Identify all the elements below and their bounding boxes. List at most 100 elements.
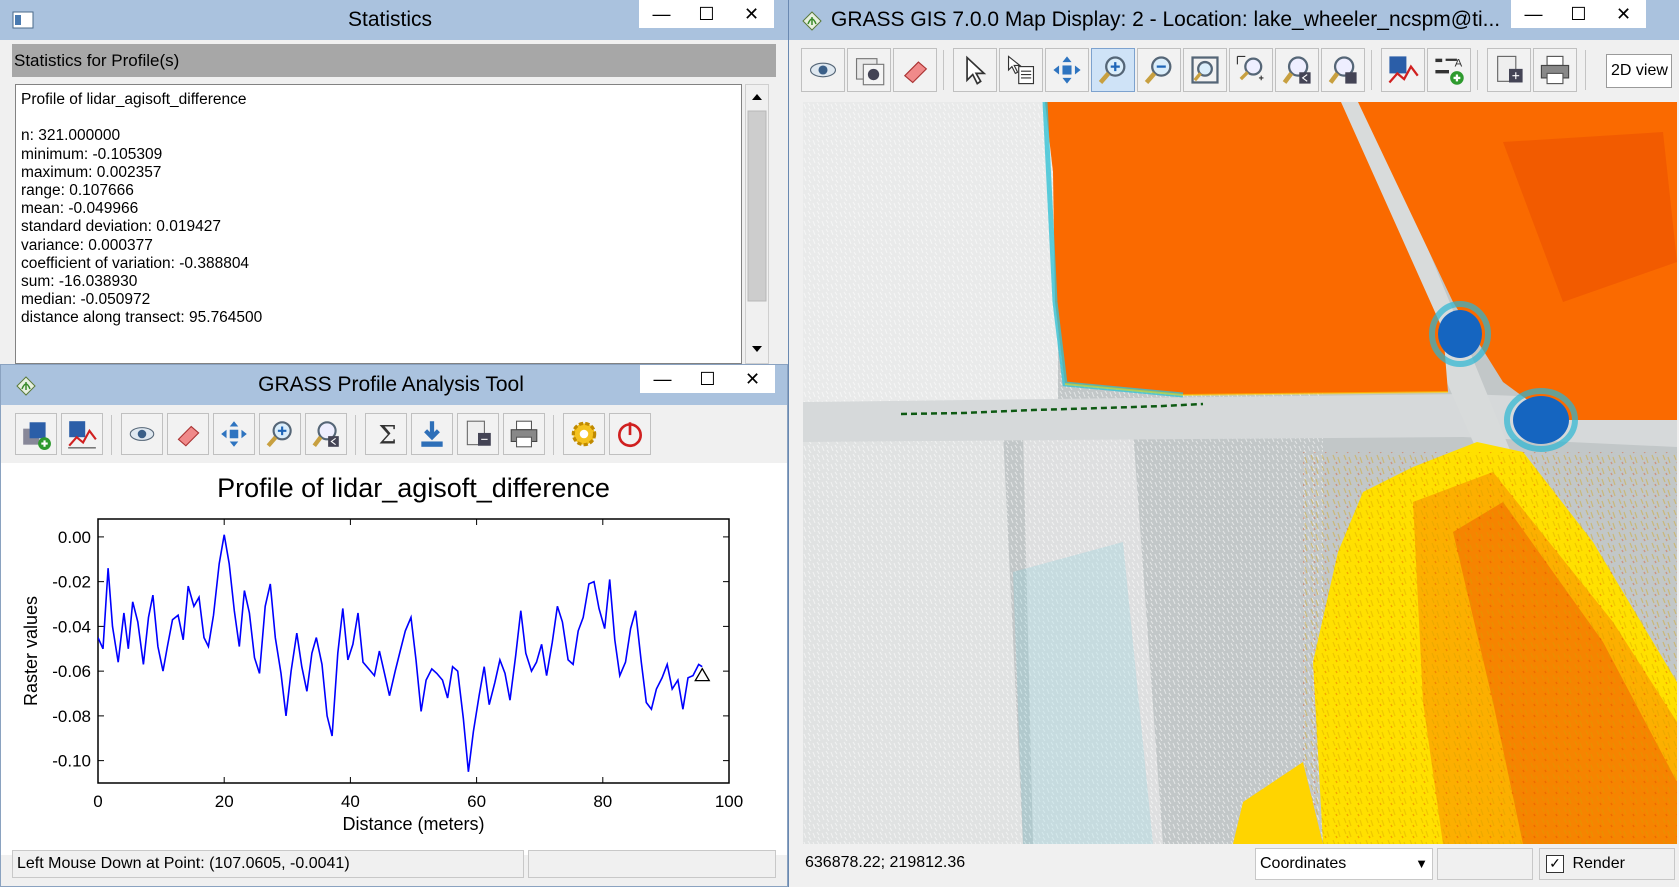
- minimize-button[interactable]: —: [1511, 0, 1556, 28]
- x-tick-label: 100: [715, 792, 743, 811]
- zoom-in-button[interactable]: [1091, 48, 1135, 92]
- chevron-down-icon[interactable]: ▼: [1415, 849, 1428, 879]
- toolbar-separator: [355, 415, 356, 455]
- zoom-in-icon: [1098, 56, 1126, 84]
- options-button[interactable]: [457, 413, 499, 455]
- profile-window: GRASS Profile Analysis Tool — ☐ ✕ Σ Prof…: [0, 364, 788, 887]
- minimize-button[interactable]: —: [639, 0, 684, 28]
- save-display-button[interactable]: [1487, 48, 1531, 92]
- y-axis-label: Raster values: [21, 596, 41, 706]
- map-title: GRASS GIS 7.0.0 Map Display: 2 - Locatio…: [831, 8, 1501, 31]
- render-toggle[interactable]: ✓ Render: [1539, 848, 1675, 880]
- profile-title: GRASS Profile Analysis Tool: [258, 373, 524, 396]
- minimize-button[interactable]: —: [640, 365, 685, 393]
- zoom-extent-button[interactable]: [1183, 48, 1227, 92]
- profile-series-line[interactable]: [98, 534, 703, 772]
- svg-text:Σ: Σ: [379, 421, 397, 450]
- y-tick-label: -0.08: [52, 707, 91, 726]
- settings-button[interactable]: [563, 413, 605, 455]
- close-button[interactable]: ✕: [729, 0, 774, 28]
- map-titlebar[interactable]: GRASS GIS 7.0.0 Map Display: 2 - Locatio…: [789, 0, 1679, 40]
- status-mode-select[interactable]: Coordinates ▼: [1255, 848, 1433, 880]
- status-empty-cell: [1437, 848, 1533, 880]
- zoom-back-icon: [1282, 56, 1311, 84]
- scroll-up-icon[interactable]: [752, 94, 762, 100]
- toolbar-separator: [1585, 50, 1586, 90]
- profile-button[interactable]: [61, 413, 103, 455]
- profile-chart[interactable]: Profile of lidar_agisoft_difference 0 20 40…: [1, 463, 787, 855]
- erase-button[interactable]: [167, 413, 209, 455]
- map-display-window: GRASS GIS 7.0.0 Map Display: 2 - Locatio…: [788, 0, 1679, 887]
- profile-plot-area[interactable]: Profile of lidar_agisoft_difference 0 20 40…: [1, 463, 787, 855]
- map-canvas[interactable]: [803, 102, 1677, 844]
- pan-button[interactable]: [1045, 48, 1089, 92]
- grass-icon: [16, 376, 36, 396]
- map-raster[interactable]: [803, 102, 1677, 844]
- decorations-button[interactable]: A: [1427, 48, 1471, 92]
- x-tick-label: 0: [93, 792, 102, 811]
- render-button[interactable]: [847, 48, 891, 92]
- display-map-button[interactable]: [801, 48, 845, 92]
- view-mode-select[interactable]: 2D view: [1606, 54, 1672, 88]
- status-message: Left Mouse Down at Point: (107.0605, -0.…: [12, 850, 524, 878]
- display-button[interactable]: [121, 413, 163, 455]
- x-tick-label: 20: [215, 792, 234, 811]
- print-button[interactable]: [1533, 48, 1577, 92]
- statistics-line: median: -0.050972: [21, 291, 151, 309]
- save-display-icon: [1497, 55, 1523, 83]
- add-raster-icon: [23, 422, 51, 450]
- maximize-button[interactable]: ☐: [685, 365, 730, 393]
- x-axis-label: Distance (meters): [342, 814, 484, 834]
- statistics-line: coefficient of variation: -0.388804: [21, 254, 250, 272]
- maximize-button[interactable]: ☐: [684, 0, 729, 28]
- statistics-line: sum: -16.038930: [21, 273, 138, 290]
- statistics-line: variance: 0.000377: [21, 236, 153, 254]
- statistics-text[interactable]: Profile of lidar_agisoft_difference n: 32…: [15, 84, 742, 364]
- close-button[interactable]: ✕: [1601, 0, 1646, 28]
- analyze-button[interactable]: [1381, 48, 1425, 92]
- zoom-back-button[interactable]: [305, 413, 347, 455]
- zoom-in-button[interactable]: [259, 413, 301, 455]
- statistics-scrollbar[interactable]: [745, 84, 769, 364]
- pointer-button[interactable]: [953, 48, 997, 92]
- map-status-bar: 636878.22; 219812.36 Coordinates ▼ ✓ Ren…: [803, 848, 1677, 882]
- query-button[interactable]: [999, 48, 1043, 92]
- zoom-menu-button[interactable]: [1321, 48, 1365, 92]
- statistics-button[interactable]: Σ: [365, 413, 407, 455]
- zoom-region-icon: [1236, 55, 1264, 81]
- close-button[interactable]: ✕: [730, 365, 775, 393]
- y-tick-label: -0.02: [52, 573, 91, 592]
- toolbar-separator: [1371, 50, 1372, 90]
- render-checkbox[interactable]: ✓: [1546, 854, 1564, 873]
- toolbar-separator: [943, 50, 944, 90]
- profile-titlebar[interactable]: GRASS Profile Analysis Tool — ☐ ✕: [1, 365, 787, 405]
- save-button[interactable]: [411, 413, 453, 455]
- toolbar-separator: [111, 415, 112, 455]
- statistics-titlebar[interactable]: Statistics — ☐ ✕: [0, 0, 788, 40]
- zoom-out-button[interactable]: [1137, 48, 1181, 92]
- statistics-line: n: 321.000000: [21, 127, 121, 145]
- statistics-line: standard deviation: 0.019427: [21, 218, 221, 236]
- quit-icon: [618, 422, 642, 448]
- erase-button[interactable]: [893, 48, 937, 92]
- y-tick-label: -0.10: [52, 752, 91, 771]
- add-raster-button[interactable]: [15, 413, 57, 455]
- statistics-window: Statistics — ☐ ✕ Statistics for Profile(…: [0, 0, 788, 380]
- print-icon: [510, 420, 538, 448]
- scroll-down-icon[interactable]: [752, 346, 762, 352]
- print-button[interactable]: [503, 413, 545, 455]
- window-app-icon: [12, 11, 34, 29]
- pan-icon: [221, 421, 247, 447]
- status-secondary: [528, 850, 776, 878]
- maximize-button[interactable]: ☐: [1556, 0, 1601, 28]
- render-icon: [855, 58, 885, 86]
- zoom-back-button[interactable]: [1275, 48, 1319, 92]
- pan-button[interactable]: [213, 413, 255, 455]
- zoom-extent-icon: [1191, 56, 1219, 84]
- scroll-thumb[interactable]: [747, 110, 767, 302]
- decorations-icon: A: [1435, 58, 1464, 85]
- statistics-icon: Σ: [379, 421, 397, 450]
- zoom-region-button[interactable]: [1229, 48, 1273, 92]
- zoom-out-icon: [1144, 56, 1172, 84]
- quit-button[interactable]: [609, 413, 651, 455]
